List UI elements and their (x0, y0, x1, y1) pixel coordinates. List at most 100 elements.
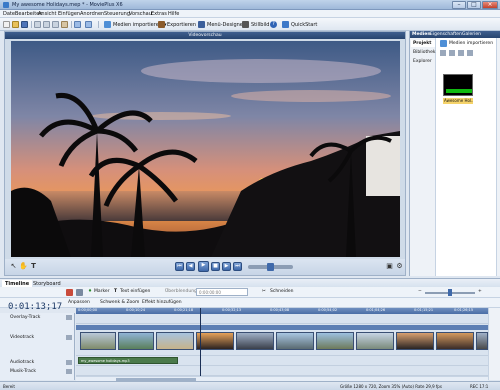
add-effect-button[interactable]: Effekt hinzufügen (142, 300, 182, 305)
track-toggle-icon[interactable] (66, 369, 72, 374)
fullscreen-icon[interactable]: ▣ (385, 262, 394, 271)
zoom-out-icon[interactable]: − (418, 289, 422, 294)
media-import-label: Medien importieren (449, 41, 494, 46)
import-media-label: Medien importieren (113, 21, 162, 28)
ruler-tick-label: 0:00;32;13 (222, 308, 242, 312)
still-image-label: Stillbild (251, 21, 270, 28)
media-thumbnail[interactable] (443, 74, 473, 96)
overlay-track-lane[interactable] (76, 314, 488, 324)
menu-bar: Datei Bearbeiten Ansicht Einfügen Anordn… (0, 10, 500, 18)
audio-clip-caption: my_awesome holidays.mp3 (81, 359, 130, 363)
video-clip[interactable] (396, 332, 434, 350)
main-toolbar: Medien importieren▾ Exportieren▾ Menü-De… (0, 18, 500, 31)
menu-preview[interactable]: Vorschau (129, 11, 152, 17)
video-frame[interactable] (11, 41, 400, 257)
help-button[interactable]: ? (268, 20, 279, 29)
video-clip[interactable] (236, 332, 274, 350)
cut-button[interactable]: Schneiden (270, 289, 294, 294)
menu-control[interactable]: Steuerung (104, 11, 130, 17)
media-scrollbar[interactable] (496, 38, 500, 276)
tab-properties[interactable]: Eigenschaften (430, 32, 462, 37)
view-icon[interactable] (449, 50, 455, 56)
save-icon[interactable] (21, 21, 28, 28)
split-icon[interactable] (76, 289, 83, 296)
text-insert-button[interactable]: Text einfügen (120, 289, 150, 294)
format-icon[interactable] (61, 21, 68, 28)
cut-icon[interactable] (34, 21, 41, 28)
sidebar-item-explorer[interactable]: Explorer (411, 58, 435, 65)
transition-time-field[interactable]: 0:00:00:00 (196, 288, 248, 296)
still-image-button[interactable]: Stillbild (240, 20, 271, 29)
volume-slider-thumb[interactable] (267, 263, 274, 271)
video-clip[interactable] (196, 332, 234, 350)
undo-icon[interactable] (74, 21, 81, 28)
menu-help[interactable]: Hilfe (168, 11, 179, 17)
audio-clip[interactable]: my_awesome holidays.mp3 (78, 357, 178, 364)
sort-icon[interactable] (440, 50, 446, 56)
track-toggle-icon[interactable] (66, 335, 72, 340)
ruler-tick-label: 0:01;26;15 (454, 308, 474, 312)
video-clip[interactable] (316, 332, 354, 350)
video-clip[interactable] (356, 332, 394, 350)
adjust-button[interactable]: Anpassen (68, 300, 90, 305)
quickstart-button[interactable]: QuickStart (280, 20, 319, 29)
video-clip[interactable] (476, 332, 488, 350)
menu-view[interactable]: Ansicht (38, 11, 56, 17)
play-button[interactable]: ▶ (198, 261, 209, 272)
tab-media[interactable]: Medien (412, 32, 431, 37)
video-clip[interactable] (118, 332, 154, 350)
text-tool-icon[interactable]: T (29, 262, 38, 271)
video-preview-panel: Videovorschau ↖ ✋ T ⏮ ◀ ▶ ■ ▶ ⏭ ▣ ⚙ (4, 31, 406, 276)
quickstart-label: QuickStart (291, 21, 318, 28)
marker-button[interactable]: Marker (94, 289, 110, 294)
media-import-button[interactable]: Medien importieren (440, 40, 493, 47)
filter-icon[interactable] (458, 50, 464, 56)
import-icon (440, 40, 447, 47)
pan-zoom-button[interactable]: Schwenk & Zoom (100, 300, 139, 305)
paste-icon[interactable] (52, 21, 59, 28)
hand-tool-icon[interactable]: ✋ (19, 262, 28, 271)
skip-end-button[interactable]: ⏭ (233, 262, 242, 271)
menu-tools[interactable]: Extras (151, 11, 167, 17)
audio-track-lane[interactable]: my_awesome holidays.mp3 (76, 356, 488, 366)
rewind-button[interactable]: ◀ (186, 262, 195, 271)
open-folder-icon[interactable] (12, 21, 19, 28)
toolbar-separator (71, 21, 72, 28)
skip-start-button[interactable]: ⏮ (175, 262, 184, 271)
timeline-vertical-scrollbar[interactable] (488, 308, 500, 380)
tab-galleries[interactable]: Galerien (462, 32, 481, 37)
sidebar-item-library[interactable]: Bibliothek (411, 49, 435, 56)
camera-icon (242, 21, 249, 28)
video-clip[interactable] (156, 332, 194, 350)
zoom-slider-thumb[interactable] (448, 289, 452, 296)
video-clip[interactable] (436, 332, 474, 350)
settings-icon[interactable]: ⚙ (395, 262, 404, 271)
video-clip[interactable] (80, 332, 116, 350)
video-clip[interactable] (276, 332, 314, 350)
track-toggle-icon[interactable] (66, 315, 72, 320)
record-icon[interactable] (66, 289, 73, 296)
status-bar: Bereit Größe 1280 x 720, Zoom 35% (Auto)… (0, 381, 500, 390)
timeline-playhead[interactable] (200, 308, 201, 380)
stop-button[interactable]: ■ (211, 262, 220, 271)
copy-icon[interactable] (43, 21, 50, 28)
delete-icon[interactable] (467, 50, 473, 56)
maximize-button[interactable]: □ (467, 1, 481, 9)
minimize-button[interactable]: – (452, 1, 466, 9)
music-track-lane[interactable] (76, 366, 488, 376)
track-toggle-icon[interactable] (66, 360, 72, 365)
sidebar-item-project[interactable]: Projekt (411, 40, 435, 47)
close-button[interactable]: × (482, 1, 498, 9)
help-icon: ? (270, 21, 277, 28)
media-sidebar: Projekt Bibliothek Explorer (410, 38, 436, 276)
forward-button[interactable]: ▶ (222, 262, 231, 271)
zoom-in-icon[interactable]: + (478, 289, 482, 294)
pointer-tool-icon[interactable]: ↖ (9, 262, 18, 271)
menu-arrange[interactable]: Anordnen (80, 11, 104, 17)
menu-insert[interactable]: Einfügen (58, 11, 80, 17)
video-track-lane[interactable] (76, 324, 488, 356)
redo-icon[interactable] (85, 21, 92, 28)
media-tools (440, 50, 473, 56)
new-file-icon[interactable] (3, 21, 10, 28)
import-icon (104, 21, 111, 28)
